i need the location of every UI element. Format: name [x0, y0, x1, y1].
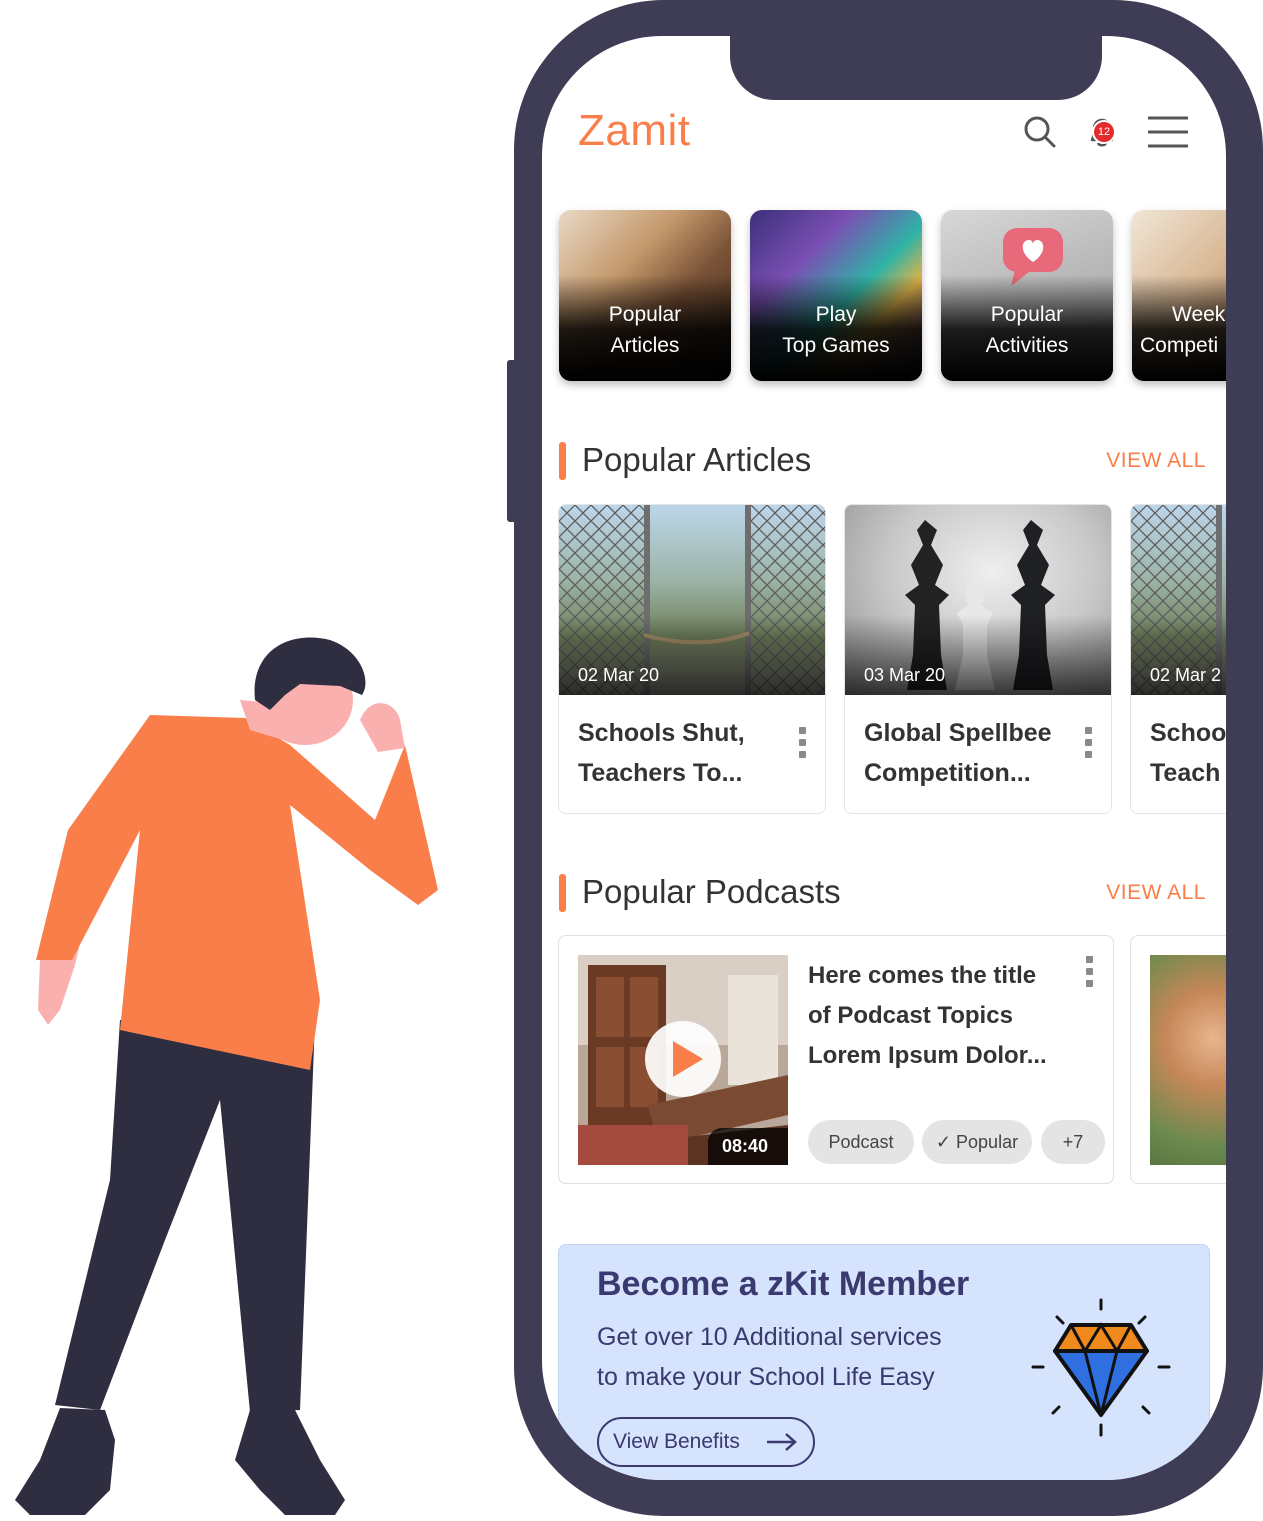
section-title-articles: Popular Articles [582, 441, 812, 478]
banner-text: Get over 10 Additional services [597, 1323, 942, 1351]
category-label: Activities [985, 334, 1069, 357]
category-label: Articles [610, 334, 680, 357]
article-title: Schools Shut, [578, 719, 745, 747]
article-card[interactable]: 03 Mar 20 Global Spellbee Competition... [844, 504, 1112, 814]
category-label: Competi [1140, 334, 1219, 357]
phone-screen: Zamit 12 Popular Articles Play Top Games [542, 36, 1226, 1480]
phone-notch [730, 36, 1102, 100]
category-label: Top Games [782, 334, 890, 357]
tag-label: Popular [956, 1132, 1019, 1152]
membership-banner: Become a zKit Member Get over 10 Additio… [558, 1244, 1210, 1480]
podcast-card[interactable]: 08:40 Here comes the title of Podcast To… [558, 935, 1114, 1184]
tag-chip-popular[interactable]: ✓ Popular [922, 1120, 1032, 1164]
tag-chip[interactable]: Podcast [808, 1120, 914, 1164]
podcast-thumbnail [1150, 955, 1226, 1165]
search-icon[interactable] [1020, 112, 1060, 152]
section-accent-bar [559, 442, 566, 480]
article-title: Teachers To... [578, 759, 743, 787]
view-benefits-button[interactable]: View Benefits [597, 1417, 815, 1467]
article-card[interactable]: 02 Mar 20 Schools Shut, Teachers To... [558, 504, 826, 814]
article-title: Schoo [1150, 719, 1226, 747]
section-accent-bar [559, 874, 566, 912]
hamburger-menu-icon[interactable] [1146, 112, 1190, 152]
category-weekly-competitions[interactable]: Week Competi [1132, 210, 1226, 381]
banner-title: Become a zKit Member [597, 1265, 970, 1303]
app-logo[interactable]: Zamit [578, 106, 691, 156]
podcast-title: of Podcast Topics [808, 1002, 1013, 1029]
phone-frame: Zamit 12 Popular Articles Play Top Games [514, 0, 1263, 1516]
article-date: 03 Mar 20 [864, 665, 946, 685]
arrow-right-icon [767, 1433, 797, 1451]
podcast-title: Here comes the title [808, 962, 1037, 989]
more-options-icon[interactable] [1086, 956, 1094, 992]
podcast-title: Lorem Ipsum Dolor... [808, 1042, 1047, 1069]
play-icon [673, 1041, 703, 1077]
article-title: Competition... [864, 759, 1031, 787]
article-title: Global Spellbee [864, 719, 1052, 747]
tag-chip-more[interactable]: +7 [1041, 1120, 1105, 1164]
article-date: 02 Mar 20 [578, 665, 660, 685]
article-card[interactable]: 02 Mar 2 Schoo Teach [1130, 504, 1226, 814]
play-button[interactable] [645, 1021, 721, 1097]
category-label: Week [1172, 303, 1226, 326]
check-icon: ✓ [935, 1132, 952, 1152]
diamond-icon [1031, 1298, 1171, 1437]
podcast-card[interactable] [1130, 935, 1226, 1184]
view-benefits-label: View Benefits [613, 1430, 740, 1453]
person-illustration [15, 637, 438, 1515]
notification-badge: 12 [1092, 120, 1116, 144]
more-options-icon[interactable] [1085, 727, 1093, 763]
more-options-icon[interactable] [799, 727, 807, 763]
view-all-podcasts-link[interactable]: VIEW ALL [1106, 881, 1206, 905]
article-title: Teach [1150, 759, 1221, 787]
category-popular-articles[interactable]: Popular Articles [559, 210, 731, 381]
category-popular-activities[interactable]: Popular Activities [941, 210, 1113, 381]
podcast-duration: 08:40 [707, 1128, 788, 1165]
category-label: Play [815, 303, 857, 326]
banner-text: to make your School Life Easy [597, 1363, 935, 1391]
category-label: Popular [608, 303, 682, 326]
section-title-podcasts: Popular Podcasts [582, 873, 841, 910]
category-label: Popular [990, 303, 1064, 326]
article-date: 02 Mar 2 [1150, 665, 1222, 685]
podcast-thumbnail[interactable]: 08:40 [578, 955, 788, 1165]
view-all-articles-link[interactable]: VIEW ALL [1106, 449, 1206, 473]
category-top-games[interactable]: Play Top Games [750, 210, 922, 381]
